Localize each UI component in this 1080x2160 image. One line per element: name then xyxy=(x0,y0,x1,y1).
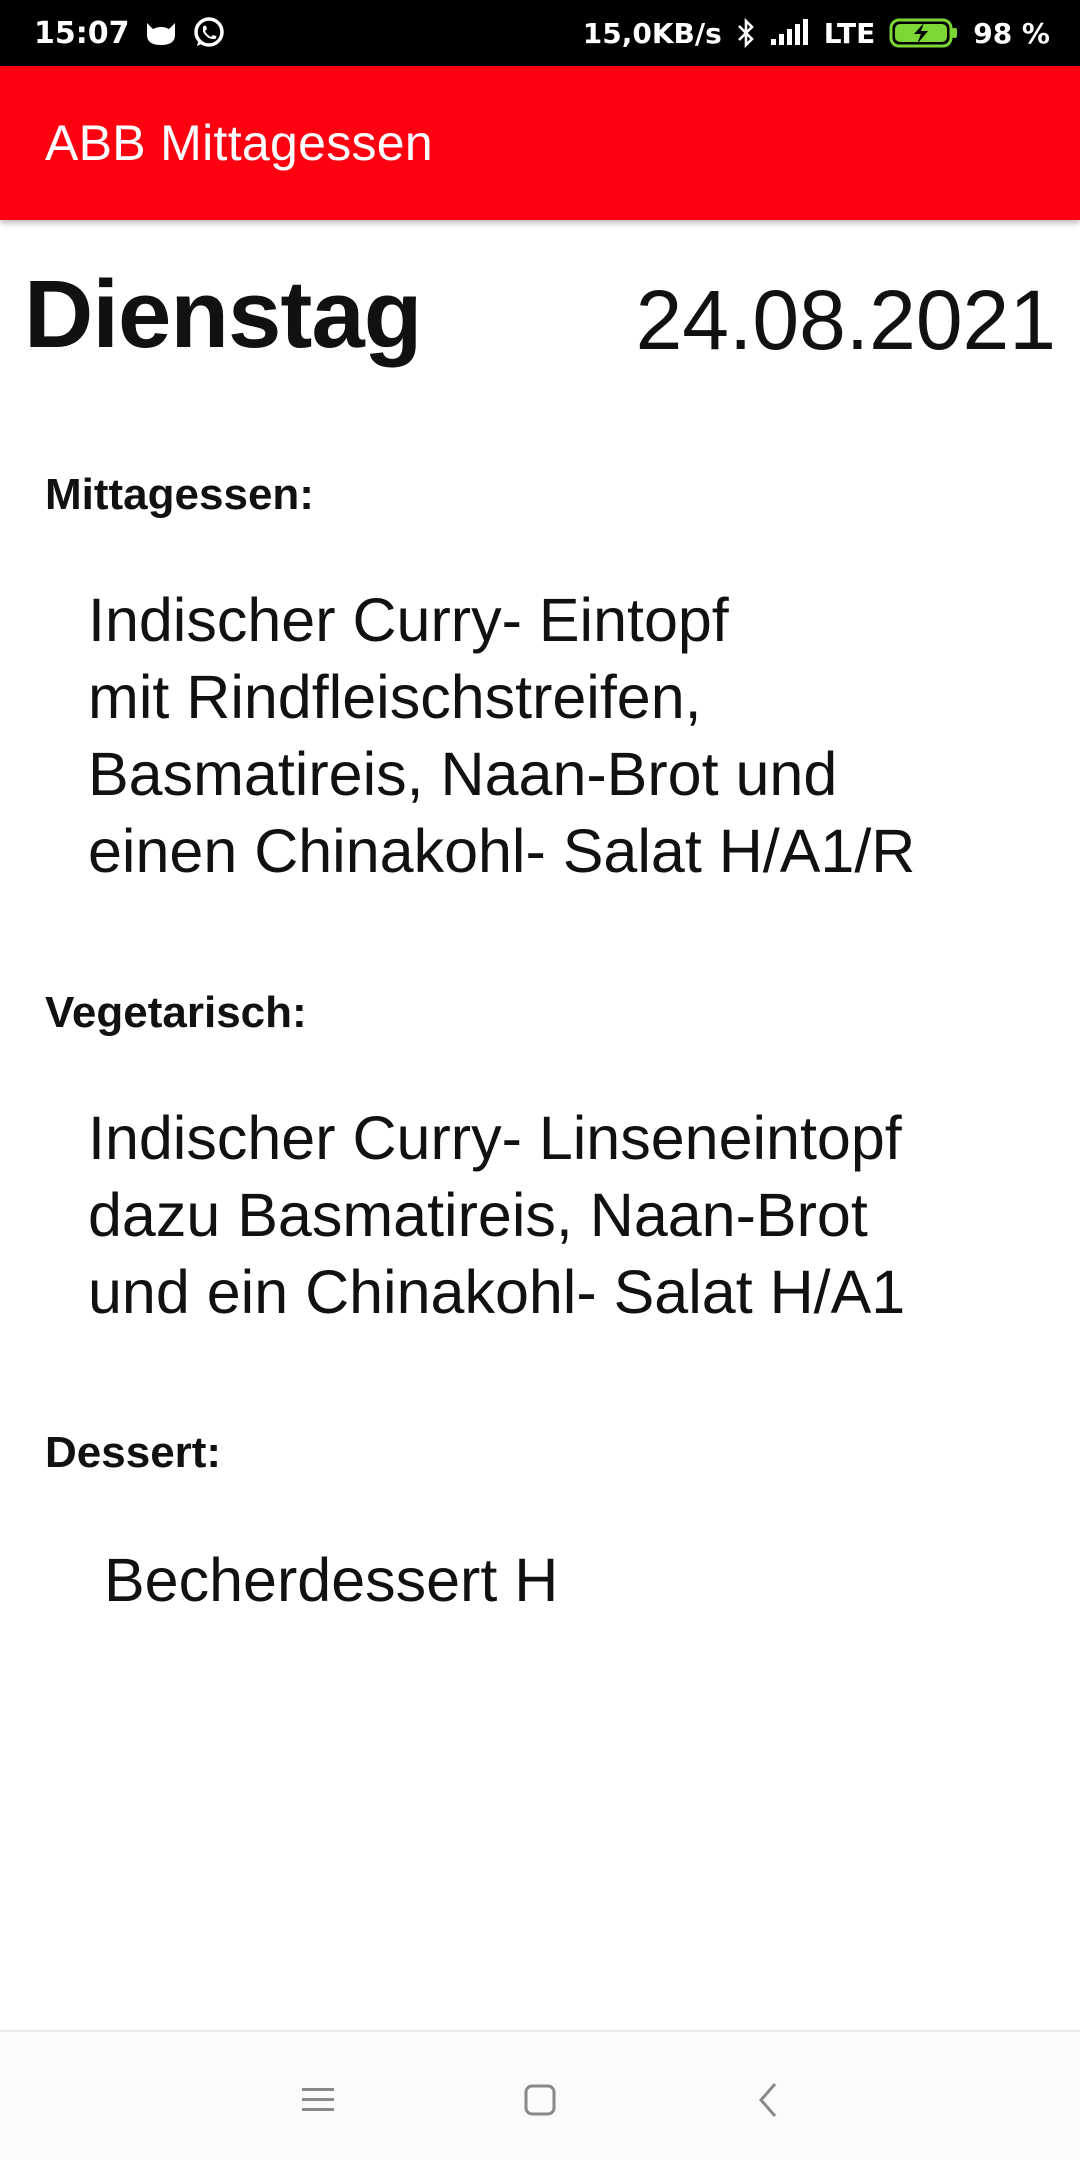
app-title: ABB Mittagessen xyxy=(45,115,434,171)
network-speed: 15,0KB/s xyxy=(582,16,722,50)
signal-icon xyxy=(770,19,810,47)
main-dish-text: Indischer Curry- Eintopf mit Rindfleisch… xyxy=(88,582,1048,890)
battery-level: 98 % xyxy=(973,16,1050,50)
dessert-text: Becherdessert H xyxy=(104,1542,1064,1619)
main-dish-line: Basmatireis, Naan-Brot und xyxy=(88,740,838,808)
vegetarian-label: Vegetarisch: xyxy=(45,988,307,1037)
main-dish-line: Indischer Curry- Eintopf xyxy=(88,586,729,654)
status-bar-left: 15:07 xyxy=(34,16,226,51)
main-dish-label: Mittagessen: xyxy=(45,470,314,519)
cat-notification-icon xyxy=(144,19,178,47)
vegetarian-line: dazu Basmatireis, Naan-Brot xyxy=(88,1181,868,1249)
day-header: Dienstag 24.08.2021 xyxy=(24,260,1056,370)
whatsapp-icon xyxy=(192,16,226,50)
home-icon[interactable] xyxy=(512,2072,568,2128)
main-dish-line: mit Rindfleischstreifen, xyxy=(88,663,702,731)
menu-icon[interactable] xyxy=(290,2072,346,2128)
vegetarian-line: und ein Chinakohl- Salat H/A1 xyxy=(88,1258,906,1326)
day-date: 24.08.2021 xyxy=(635,273,1056,367)
battery-charging-icon xyxy=(889,17,959,49)
dessert-line: Becherdessert H xyxy=(104,1546,559,1614)
network-type: LTE xyxy=(823,16,876,50)
status-bar-right: 15,0KB/s LTE 98 % xyxy=(583,17,1050,50)
vegetarian-text: Indischer Curry- Linseneintopf dazu Basm… xyxy=(88,1100,1048,1331)
bluetooth-icon xyxy=(736,17,756,49)
day-name: Dienstag xyxy=(24,261,422,368)
back-icon[interactable] xyxy=(740,2072,796,2128)
status-bar: 15:07 15,0KB/s LTE 98 % xyxy=(0,0,1080,66)
navigation-bar xyxy=(0,2030,1080,2160)
app-bar: ABB Mittagessen xyxy=(0,66,1080,220)
dessert-label: Dessert: xyxy=(45,1428,222,1477)
vegetarian-line: Indischer Curry- Linseneintopf xyxy=(88,1104,902,1172)
status-time: 15:07 xyxy=(34,15,130,51)
main-dish-line: einen Chinakohl- Salat H/A1/R xyxy=(88,817,916,885)
